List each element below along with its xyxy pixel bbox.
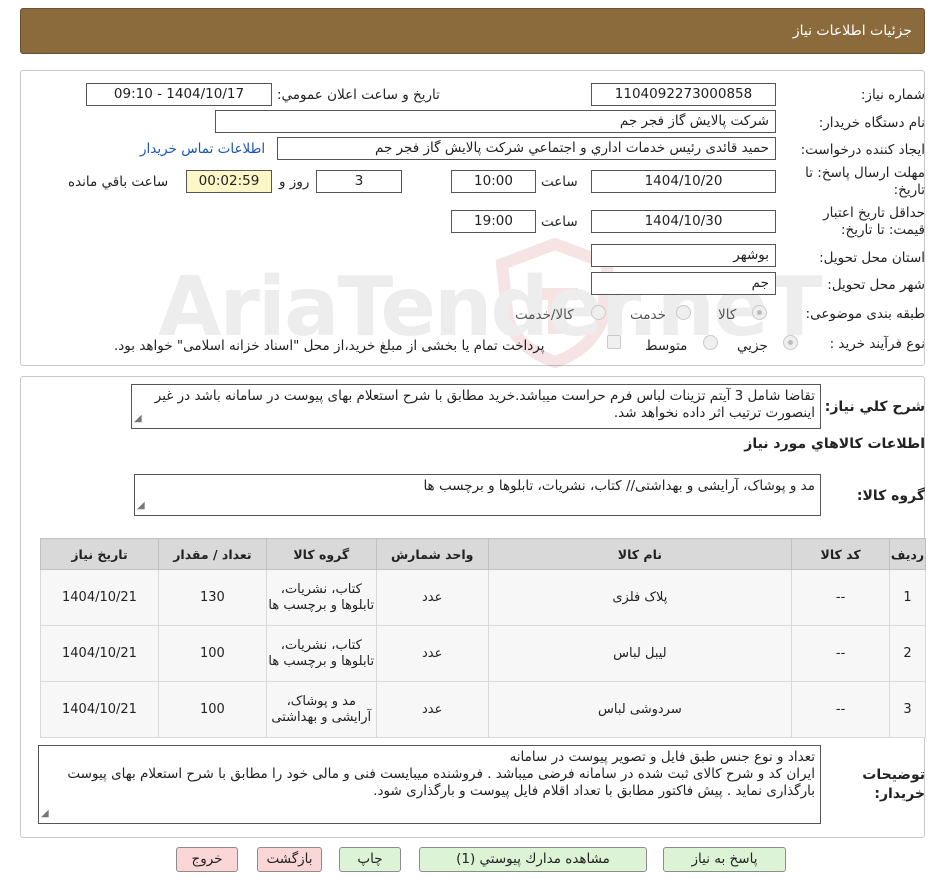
cell-name: پلاک فلزی — [487, 569, 793, 626]
col-header-unit: واحد شمارش — [375, 538, 489, 570]
process-radio-medium[interactable] — [703, 335, 718, 350]
reply-deadline-label: مهلت ارسال پاسخ: تا تاریخ: — [805, 165, 925, 198]
process-option-minor: جزيي — [737, 338, 768, 354]
cell-unit: عدد — [375, 625, 489, 682]
cell-group: مد و پوشاک، آرایشی و بهداشتی — [265, 681, 377, 738]
col-header-code: كد كالا — [791, 538, 891, 570]
cell-quantity: 130 — [157, 569, 267, 626]
category-option-goods: كالا — [718, 307, 737, 323]
table-row: 3 -- سردوشی لباس عدد مد و پوشاک، آرایشی … — [40, 681, 926, 738]
page-title: جزئیات اطلاعات نیاز — [792, 23, 912, 39]
days-remaining-field: 3 — [316, 170, 402, 193]
resize-grip-icon[interactable]: ◢ — [137, 497, 145, 514]
reply-time-label: ساعت — [541, 174, 578, 190]
table-row: 2 -- لیبل لباس عدد کتاب، نشریات، تابلوها… — [40, 625, 926, 682]
table-header-row: رديف كد كالا نام كالا واحد شمارش گروه كا… — [40, 538, 926, 570]
city-label: شهر محل تحويل: — [827, 277, 925, 293]
validity-date-field: 1404/10/30 — [591, 210, 776, 233]
category-option-service: خدمت — [630, 307, 666, 323]
announce-label: تاریخ و ساعت اعلان عمومي: — [277, 87, 440, 103]
cell-group: کتاب، نشریات، تابلوها و برچسب ها — [265, 569, 377, 626]
cell-row-number: 3 — [889, 681, 926, 738]
table-row: 1 -- پلاک فلزی عدد کتاب، نشریات، تابلوها… — [40, 569, 926, 626]
cell-need-date: 1404/10/21 — [40, 569, 159, 626]
back-button[interactable]: بازگشت — [257, 847, 322, 872]
treasury-payment-note: پرداخت تمام يا بخشى از مبلغ خريد،از محل … — [114, 338, 545, 354]
process-radio-minor[interactable] — [783, 335, 798, 350]
category-radio-goods-service[interactable] — [591, 305, 606, 320]
process-option-medium: متوسط — [645, 338, 688, 354]
description-label: شرح كلي نياز: — [824, 399, 925, 415]
reply-button[interactable]: پاسخ به نياز — [663, 847, 786, 872]
cell-name: سردوشی لباس — [487, 681, 793, 738]
city-field: جم — [591, 272, 776, 295]
goods-group-textarea[interactable]: مد و پوشاک، آرایشی و بهداشتی// کتاب، نشر… — [134, 474, 821, 516]
province-field: بوشهر — [591, 244, 776, 267]
province-label: استان محل تحويل: — [819, 250, 925, 266]
buyer-contact-link[interactable]: اطلاعات تماس خريدار — [140, 141, 265, 157]
requester-label: ايجاد كننده درخواست: — [800, 142, 925, 158]
category-option-goods-service: كالا/خدمت — [515, 307, 574, 323]
need-number-field: 1104092273000858 — [591, 83, 776, 106]
description-text: تقاضا شامل 3 آیتم تزینات لباس فرم حراست … — [154, 388, 815, 421]
cell-code: -- — [791, 681, 891, 738]
goods-group-label: گروه كالا: — [856, 488, 925, 504]
col-header-need-date: تاريخ نياز — [40, 538, 159, 570]
print-button[interactable]: چاپ — [339, 847, 401, 872]
cell-group: کتاب، نشریات، تابلوها و برچسب ها — [265, 625, 377, 682]
process-type-label: نوع فرآيند خريد : — [829, 336, 925, 352]
remaining-time-field: 00:02:59 — [186, 170, 272, 193]
cell-quantity: 100 — [157, 625, 267, 682]
view-attachments-button[interactable]: مشاهده مدارك پيوستي (1) — [419, 847, 647, 872]
page-header: جزئیات اطلاعات نیاز — [20, 8, 925, 54]
cell-unit: عدد — [375, 681, 489, 738]
announce-datetime-field: 1404/10/17 - 09:10 — [86, 83, 272, 106]
category-radio-service[interactable] — [676, 305, 691, 320]
days-label: روز و — [279, 174, 310, 190]
col-header-group: گروه كالا — [265, 538, 377, 570]
col-header-quantity: تعداد / مقدار — [157, 538, 267, 570]
buyer-org-field: شركت پالايش گاز فجر جم — [215, 110, 776, 133]
col-header-name: نام كالا — [487, 538, 793, 570]
exit-button[interactable]: خروج — [176, 847, 238, 872]
cell-code: -- — [791, 625, 891, 682]
goods-table: رديف كد كالا نام كالا واحد شمارش گروه كا… — [40, 538, 926, 738]
cell-name: لیبل لباس — [487, 625, 793, 682]
treasury-checkbox[interactable] — [607, 335, 621, 349]
remaining-time-label: ساعت باقي مانده — [68, 174, 169, 190]
category-label: طبقه بندی موضوعی: — [805, 306, 925, 322]
cell-need-date: 1404/10/21 — [40, 625, 159, 682]
resize-grip-icon[interactable]: ◢ — [134, 410, 142, 427]
reply-date-field: 1404/10/20 — [591, 170, 776, 193]
buyer-notes-label: توضيحات خريدار: — [862, 767, 925, 802]
category-radio-goods[interactable] — [752, 305, 767, 320]
goods-section-title: اطلاعات كالاهاي مورد نياز — [744, 436, 925, 452]
cell-unit: عدد — [375, 569, 489, 626]
cell-row-number: 1 — [889, 569, 926, 626]
buyer-notes-textarea[interactable]: تعداد و نوع جنس طبق فایل و تصویر پیوست د… — [38, 745, 821, 824]
description-textarea[interactable]: تقاضا شامل 3 آیتم تزینات لباس فرم حراست … — [131, 384, 821, 429]
resize-grip-icon[interactable]: ◢ — [41, 805, 49, 822]
buyer-notes-line-2: ایران کد و شرح کالای ثبت شده در سامانه ف… — [67, 766, 815, 799]
goods-group-text: مد و پوشاک، آرایشی و بهداشتی// کتاب، نشر… — [423, 478, 815, 494]
cell-quantity: 100 — [157, 681, 267, 738]
cell-row-number: 2 — [889, 625, 926, 682]
validity-time-field: 19:00 — [451, 210, 536, 233]
cell-need-date: 1404/10/21 — [40, 681, 159, 738]
validity-label: حداقل تاريخ اعتبار قيمت: تا تاريخ: — [823, 205, 925, 238]
requester-field: حميد قائدى رئيس خدمات اداري و اجتماعي شر… — [277, 137, 776, 160]
col-header-row-number: رديف — [889, 538, 926, 570]
cell-code: -- — [791, 569, 891, 626]
reply-time-field: 10:00 — [451, 170, 536, 193]
buyer-org-label: نام دستگاه خريدار: — [818, 115, 925, 131]
validity-time-label: ساعت — [541, 214, 578, 230]
need-number-label: شماره نیاز: — [860, 87, 925, 103]
buyer-notes-line-1: تعداد و نوع جنس طبق فایل و تصویر پیوست د… — [509, 749, 815, 765]
